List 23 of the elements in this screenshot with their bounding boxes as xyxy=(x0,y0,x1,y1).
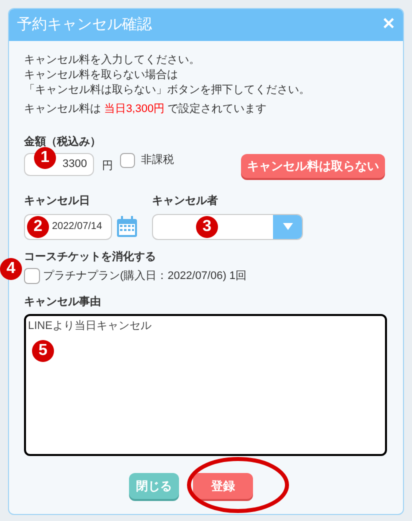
dropdown-arrow-icon xyxy=(282,223,292,230)
field-label: キャンセル日 xyxy=(24,194,91,209)
instruction-text: キャンセル料を入力してください。 xyxy=(24,53,201,68)
field-label: キャンセル事由 xyxy=(24,294,102,310)
field-label: コースチケットを消化する xyxy=(24,250,157,264)
checkbox[interactable] xyxy=(120,153,135,168)
fee-note: キャンセル料は 当日3,300円 で設定されています xyxy=(24,102,268,117)
calendar-icon[interactable] xyxy=(116,216,138,238)
close-button[interactable]: ✕ xyxy=(382,13,395,37)
checkbox-label: 非課税 xyxy=(141,153,174,168)
instruction-text: 「キャンセル料は取らない」ボタンを押下してください。 xyxy=(24,83,311,98)
field-label: キャンセル者 xyxy=(152,194,219,209)
canceler-dropdown[interactable] xyxy=(152,214,303,240)
close-dialog-button[interactable]: 閉じる xyxy=(129,473,179,499)
no-fee-button[interactable]: キャンセル料は取らない xyxy=(241,154,385,178)
unit-label: 円 xyxy=(102,159,113,174)
field-label: 金額（税込み） xyxy=(24,134,102,150)
register-button[interactable]: 登録 xyxy=(193,473,253,499)
step-number-marker: 4 xyxy=(0,258,22,280)
checkbox[interactable] xyxy=(24,268,40,284)
instruction-text: キャンセル料を取らない場合は xyxy=(24,68,179,83)
checkbox-label: プラチナプラン(購入日：2022/07/06) 1回 xyxy=(43,268,247,284)
dialog-title: 予約キャンセル確認 xyxy=(17,14,152,35)
